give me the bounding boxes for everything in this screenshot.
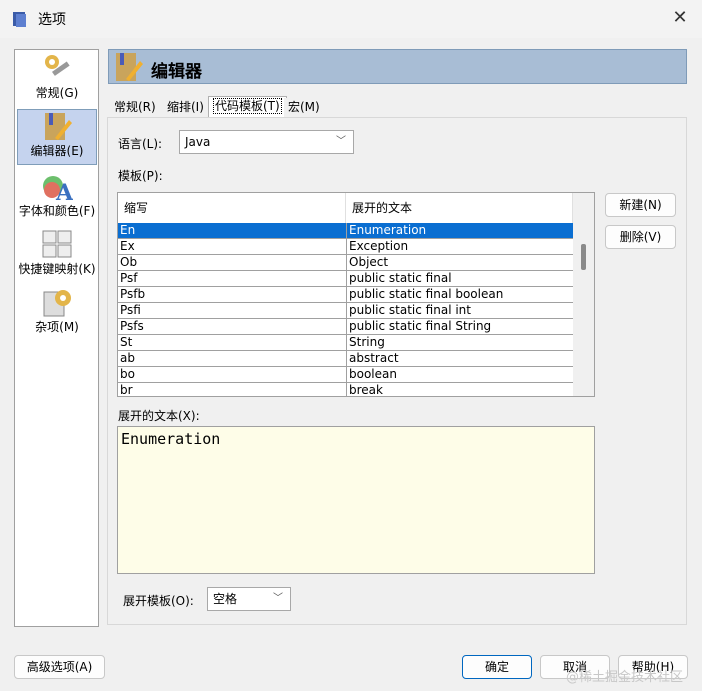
templates-label: 模板(P): (118, 169, 163, 183)
abbreviation-cell: Ob (120, 255, 138, 269)
tab-general[interactable]: 常规(R) (110, 98, 160, 118)
expanded-text-cell: String (346, 335, 573, 351)
sidebar-item-label: 快捷键映射(K) (18, 262, 96, 276)
sidebar-item-label: 杂项(M) (35, 320, 79, 334)
table-row[interactable]: Psfi public static final int (118, 303, 573, 319)
sidebar-item-fonts-colors[interactable]: A 字体和颜色(F) (17, 170, 97, 224)
abbreviation-cell: Ex (120, 239, 135, 253)
chevron-down-icon: ﹀ (336, 136, 346, 147)
expanded-text-cell: public static final (346, 271, 573, 287)
sidebar-item-general[interactable]: 常规(G) (17, 52, 97, 110)
keymap-icon (42, 230, 72, 258)
table-row[interactable]: br break (118, 383, 573, 397)
language-value: Java (185, 135, 211, 149)
expanded-text-cell: public static final int (346, 303, 573, 319)
misc-icon (43, 290, 71, 317)
section-title: 编辑器 (151, 62, 202, 82)
abbreviation-cell: bo (120, 367, 135, 381)
templates-table: 缩写 展开的文本 En Enumeration Ex Exception Ob Objec… (117, 192, 595, 397)
tab-macros[interactable]: 宏(M) (284, 98, 324, 118)
svg-text:A: A (55, 180, 73, 202)
table-row[interactable]: Psf public static final (118, 271, 573, 287)
app-icon (13, 12, 26, 27)
tab-code-templates[interactable]: 代码模板(T) (208, 96, 287, 118)
table-row[interactable]: Ob Object (118, 255, 573, 271)
new-template-button[interactable]: 新建(N) (605, 193, 676, 217)
table-row[interactable]: Ex Exception (118, 239, 573, 255)
expanded-text-cell: Enumeration (346, 223, 573, 239)
advanced-options-button[interactable]: 高级选项(A) (14, 655, 105, 679)
language-label: 语言(L): (118, 137, 163, 151)
window-title: 选项 (38, 12, 66, 28)
expanded-text-cell: break (346, 383, 573, 396)
tab-indent[interactable]: 缩排(I) (163, 98, 208, 118)
expand-with-value: 空格 (213, 592, 238, 606)
expanded-text-label: 展开的文本(X): (118, 409, 200, 423)
table-row[interactable]: ab abstract (118, 351, 573, 367)
table-row[interactable]: St String (118, 335, 573, 351)
expand-with-label: 展开模板(O): (123, 594, 194, 608)
sidebar-item-label: 常规(G) (35, 86, 79, 100)
tab-label: 代码模板(T) (213, 98, 282, 114)
abbreviation-cell: Psf (120, 271, 138, 285)
table-row[interactable]: bo boolean (118, 367, 573, 383)
sidebar-item-keymap[interactable]: 快捷键映射(K) (17, 228, 97, 282)
category-sidebar: 常规(G) 编辑器(E) A 字体和颜色(F) 快捷键映射(K) 杂项(M) (14, 49, 99, 627)
section-header: 编辑器 (108, 49, 687, 84)
general-settings-icon (45, 55, 70, 76)
editor-icon (45, 113, 72, 140)
editor-icon (116, 53, 143, 81)
column-header-expanded-text[interactable]: 展开的文本 (346, 193, 573, 223)
abbreviation-cell: Psfb (120, 287, 146, 301)
ok-button[interactable]: 确定 (462, 655, 532, 679)
expanded-text-cell: public static final String (346, 319, 573, 335)
expanded-text-area[interactable]: Enumeration (117, 426, 595, 574)
abbreviation-cell: St (120, 335, 133, 349)
expanded-text-cell: Exception (346, 239, 573, 255)
expanded-text-cell: boolean (346, 367, 573, 383)
watermark: @稀土掘金技术社区 (566, 670, 684, 685)
language-select[interactable]: Java ﹀ (179, 130, 354, 154)
title-bar: 选项 ✕ (0, 0, 702, 38)
table-row[interactable]: Psfs public static final String (118, 319, 573, 335)
abbreviation-cell: Psfi (120, 303, 141, 317)
sidebar-item-misc[interactable]: 杂项(M) (17, 286, 97, 340)
table-row[interactable]: Psfb public static final boolean (118, 287, 573, 303)
delete-template-button[interactable]: 删除(V) (605, 225, 676, 249)
expand-with-select[interactable]: 空格 ﹀ (207, 587, 291, 611)
expanded-text-cell: Object (346, 255, 573, 271)
close-button[interactable]: ✕ (668, 6, 692, 30)
fonts-colors-icon: A (43, 176, 73, 202)
chevron-down-icon: ﹀ (273, 593, 283, 604)
table-scrollbar[interactable] (573, 193, 594, 396)
abbreviation-cell: br (120, 383, 133, 397)
table-row[interactable]: En Enumeration (118, 223, 573, 239)
expanded-text-cell: abstract (346, 351, 573, 367)
column-header-abbreviation[interactable]: 缩写 (118, 193, 346, 223)
abbreviation-cell: ab (120, 351, 135, 365)
scrollbar-thumb[interactable] (581, 244, 586, 270)
sidebar-item-label: 编辑器(E) (30, 144, 84, 158)
abbreviation-cell: En (120, 223, 136, 237)
abbreviation-cell: Psfs (120, 319, 144, 333)
sidebar-item-label: 字体和颜色(F) (18, 204, 96, 218)
sidebar-item-editor[interactable]: 编辑器(E) (17, 109, 97, 165)
expanded-text-cell: public static final boolean (346, 287, 573, 303)
